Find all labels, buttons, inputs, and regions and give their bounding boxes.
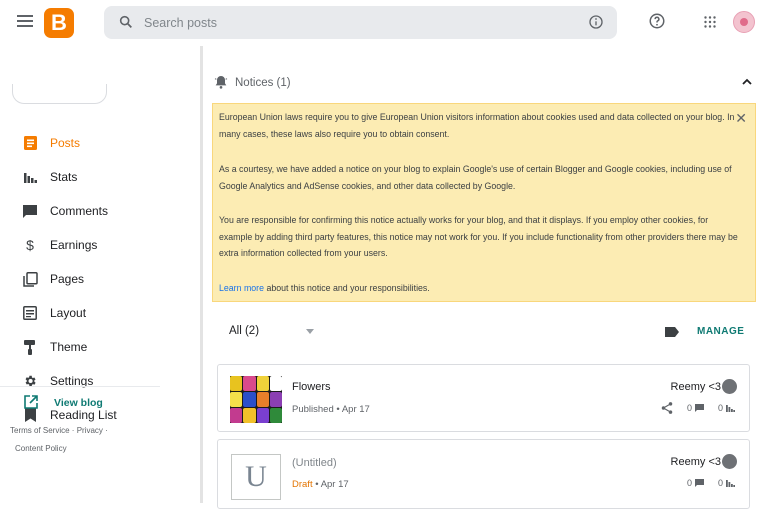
sidebar-item-label: Layout <box>50 306 87 320</box>
post-author: Reemy <3 <box>670 456 721 468</box>
comment-icon <box>694 404 704 412</box>
sidebar-footer: Terms of Service · Privacy · Content Pol… <box>10 426 108 453</box>
sidebar-item-label: Posts <box>50 136 81 150</box>
sidebar: Posts Stats Comments $ Earnings Pages La… <box>0 46 200 503</box>
post-status-label: Published <box>292 404 334 415</box>
share-icon[interactable] <box>660 401 674 415</box>
sidebar-divider <box>0 386 160 387</box>
open-in-new-icon <box>24 395 38 409</box>
comment-count: 0 <box>686 478 692 488</box>
author-avatar <box>722 454 737 469</box>
learn-more-rest: about this notice and your responsibilit… <box>264 283 430 293</box>
stats-icon <box>22 170 38 184</box>
post-row-untitled[interactable]: U (Untitled) Draft • Apr 17 Reemy <3 0 0 <box>217 439 750 509</box>
notice-paragraph-1: European Union laws require you to give … <box>219 112 735 139</box>
theme-roller-icon <box>22 339 38 355</box>
apps-grid-icon[interactable] <box>704 16 716 28</box>
menu-icon[interactable] <box>17 15 33 29</box>
search-input[interactable] <box>144 6 574 39</box>
sidebar-item-stats[interactable]: Stats <box>0 160 160 194</box>
sidebar-item-label: Stats <box>50 170 78 184</box>
sidebar-item-label: Comments <box>50 204 109 218</box>
comment-icon <box>694 479 704 487</box>
view-count: 0 <box>717 478 723 488</box>
posts-icon <box>22 136 38 150</box>
sidebar-item-posts[interactable]: Posts <box>0 126 160 160</box>
sidebar-item-label: Theme <box>50 340 88 354</box>
learn-more-link[interactable]: Learn more <box>219 283 264 293</box>
post-date: Apr 17 <box>341 404 370 415</box>
help-icon[interactable] <box>648 12 666 30</box>
sidebar-item-comments[interactable]: Comments <box>0 194 160 228</box>
main-content: Notices (1) ✕ European Union laws requir… <box>203 46 768 509</box>
chevron-down-icon[interactable] <box>306 329 314 334</box>
sidebar-item-theme[interactable]: Theme <box>0 330 160 364</box>
blogger-logo[interactable]: B <box>44 8 74 38</box>
post-filter-row: All (2) MANAGE <box>219 321 749 341</box>
info-icon[interactable] <box>588 14 604 30</box>
search-bar[interactable] <box>104 6 617 39</box>
post-thumbnail-letter: U <box>231 454 281 500</box>
dollar-icon: $ <box>26 237 34 253</box>
post-thumbnail <box>230 376 282 423</box>
account-avatar[interactable] <box>733 11 755 33</box>
post-status: Published • Apr 17 <box>292 404 370 415</box>
post-stats: 0 0 <box>687 478 735 488</box>
terms-link[interactable]: Terms of Service <box>10 426 70 435</box>
post-author: Reemy <3 <box>670 381 721 393</box>
content-policy-link[interactable]: Content Policy <box>15 444 67 453</box>
post-stats: 0 0 <box>687 403 735 413</box>
sidebar-item-pages[interactable]: Pages <box>0 262 160 296</box>
cookie-notice: ✕ European Union laws require you to giv… <box>212 103 756 302</box>
notice-learn-more: Learn more about this notice and your re… <box>219 280 739 297</box>
notice-paragraph-2: As a courtesy, we have added a notice on… <box>219 164 732 191</box>
bell-icon <box>214 76 228 89</box>
new-post-button[interactable] <box>12 84 107 104</box>
filter-select[interactable]: All (2) <box>229 325 259 337</box>
notice-paragraph-3: You are responsible for confirming this … <box>219 215 738 258</box>
notices-title: Notices (1) <box>235 77 291 89</box>
view-blog-link[interactable]: View blog <box>0 390 160 416</box>
label-icon[interactable] <box>665 327 679 337</box>
sidebar-item-layout[interactable]: Layout <box>0 296 160 330</box>
comment-count: 0 <box>686 403 692 413</box>
privacy-link[interactable]: Privacy <box>77 426 103 435</box>
post-title[interactable]: Flowers <box>292 381 331 393</box>
notices-header[interactable]: Notices (1) <box>213 74 753 92</box>
post-title[interactable]: (Untitled) <box>292 457 337 469</box>
view-count: 0 <box>717 403 723 413</box>
layout-icon <box>22 306 38 320</box>
manage-button[interactable]: MANAGE <box>697 326 744 337</box>
sidebar-item-label: Pages <box>50 272 85 286</box>
chevron-up-icon[interactable] <box>741 76 753 88</box>
pages-icon <box>22 271 38 287</box>
author-avatar <box>722 379 737 394</box>
search-icon <box>119 15 132 28</box>
sidebar-item-earnings[interactable]: $ Earnings <box>0 228 160 262</box>
sidebar-item-label: Earnings <box>50 238 98 252</box>
view-blog-label: View blog <box>54 397 103 409</box>
comments-icon <box>22 204 38 218</box>
top-app-bar: B <box>0 0 768 46</box>
stats-bar-icon <box>726 405 735 412</box>
post-row-flowers[interactable]: Flowers Published • Apr 17 Reemy <3 0 0 <box>217 364 750 432</box>
post-status-label: Draft <box>292 479 313 490</box>
post-status: Draft • Apr 17 <box>292 479 349 490</box>
post-date: Apr 17 <box>320 479 349 490</box>
stats-bar-icon <box>726 480 735 487</box>
